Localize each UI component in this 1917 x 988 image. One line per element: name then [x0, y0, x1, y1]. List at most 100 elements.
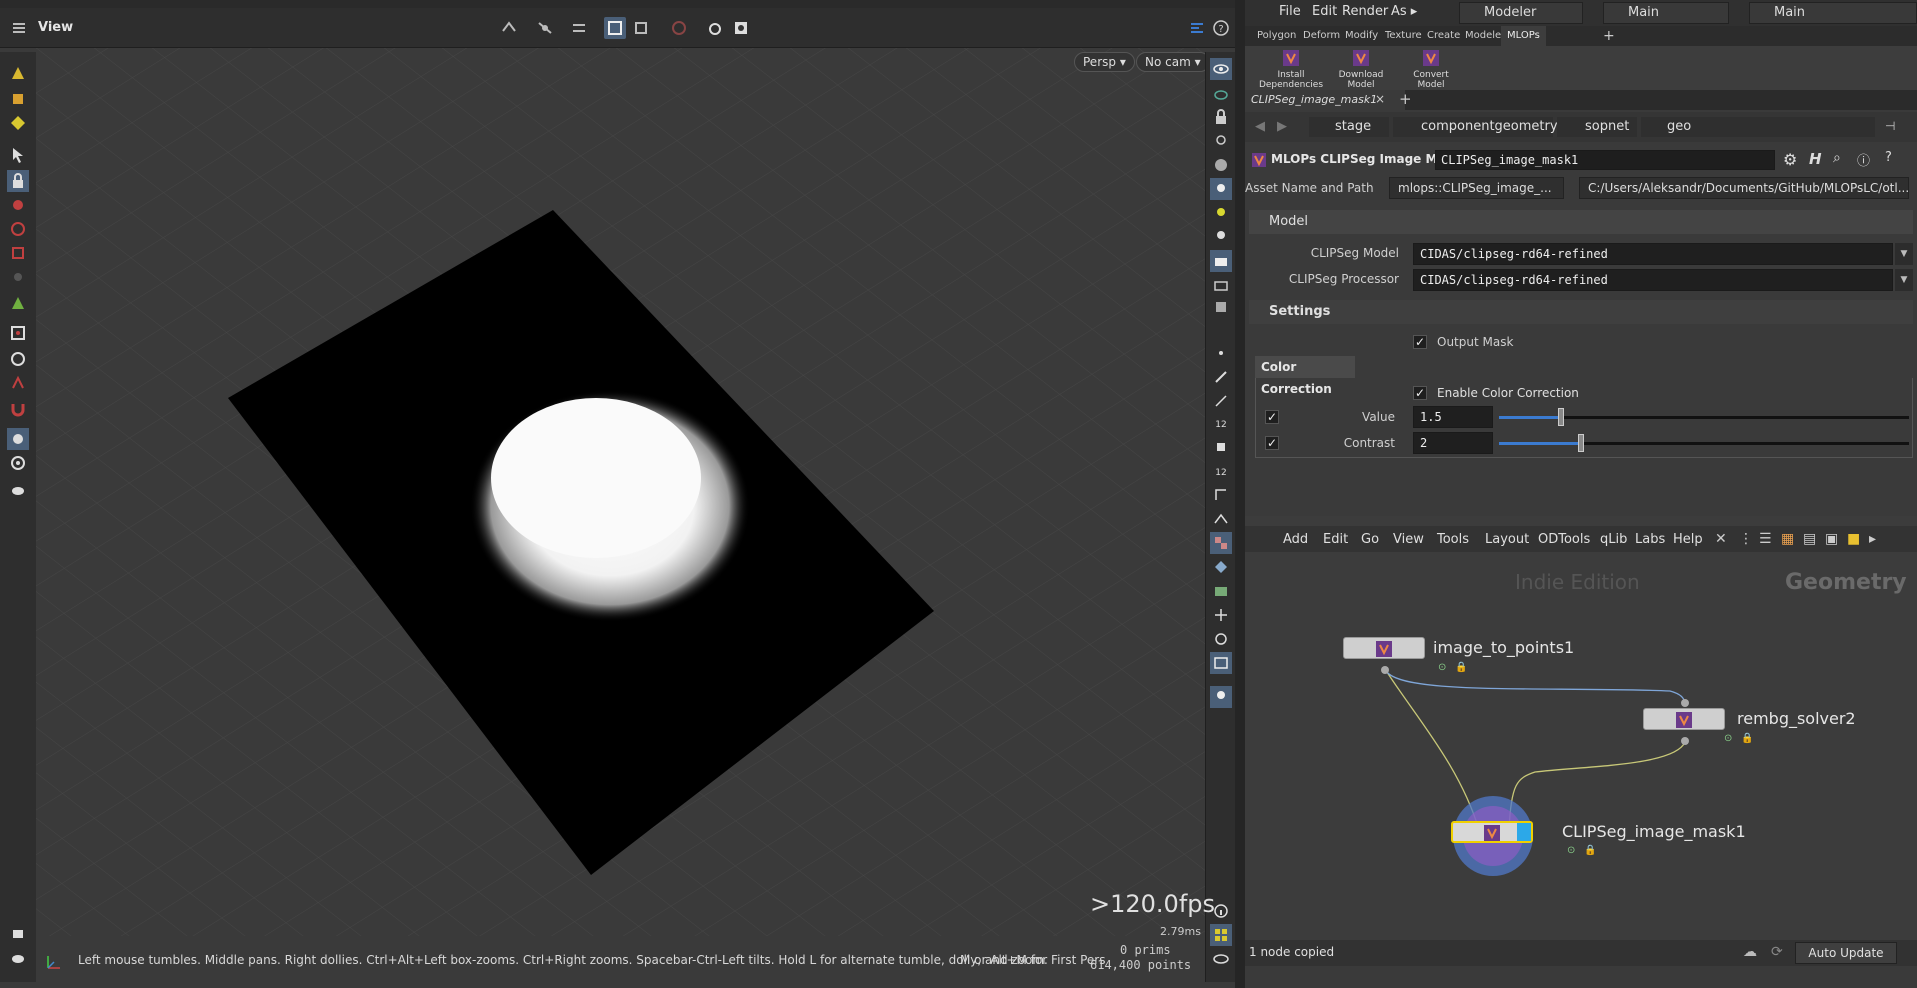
folder-settings[interactable]: Settings	[1249, 300, 1913, 324]
rotate-tool-icon[interactable]	[7, 218, 29, 240]
desktop-select[interactable]: Modeler	[1459, 2, 1583, 24]
shading-icon[interactable]	[1210, 154, 1232, 176]
quad-view-icon[interactable]	[1210, 924, 1232, 946]
headlight-icon[interactable]	[1210, 178, 1232, 200]
node-output-connector[interactable]	[1381, 666, 1389, 674]
search-icon[interactable]: ⌕	[1833, 150, 1841, 166]
output-mask-checkbox[interactable]: ✓	[1413, 335, 1427, 349]
help-h-icon[interactable]: H	[1809, 150, 1822, 168]
lock-camera-icon[interactable]	[1210, 106, 1232, 128]
scene-viewport[interactable]: View ? Persp ▾ No cam ▾ 12 12 >120.0fps …	[0, 0, 1235, 988]
add-tab-icon[interactable]: +	[1399, 90, 1412, 108]
point-icon[interactable]	[1210, 342, 1232, 364]
prim-numbers-icon[interactable]: 12	[1210, 460, 1232, 482]
stage-icon[interactable]	[1210, 628, 1232, 650]
snap-grid-icon[interactable]	[7, 348, 29, 370]
handle-yellow-icon[interactable]	[7, 62, 29, 84]
camera-menu[interactable]: No cam ▾	[1136, 52, 1210, 72]
auto-update-button[interactable]: Auto Update	[1795, 942, 1897, 964]
value-field[interactable]: 1.5	[1413, 406, 1493, 428]
render-region-icon[interactable]	[1210, 296, 1232, 318]
network-editor[interactable]: Add Edit Go View Tools Layout ODTools qL…	[1245, 516, 1917, 966]
workspace-select[interactable]: Main	[1749, 2, 1917, 24]
breadcrumb-sopnet[interactable]: sopnet	[1557, 117, 1637, 137]
install-dependencies-tool[interactable]: Install Dependencies	[1255, 48, 1327, 90]
node-input-connector[interactable]	[1681, 699, 1689, 707]
asset-path-field[interactable]: C:/Users/Aleksandr/Documents/GitHub/MLOP…	[1579, 177, 1909, 199]
persp-menu[interactable]: Persp ▾	[1074, 52, 1135, 72]
teapot-icon[interactable]	[7, 478, 29, 500]
ghost-icon[interactable]	[1210, 84, 1232, 106]
checker-icon[interactable]	[1210, 532, 1232, 554]
clipseg-processor-field[interactable]: CIDAS/clipseg-rd64-refined	[1413, 269, 1893, 291]
image-plane-icon[interactable]	[1210, 580, 1232, 602]
shelf-tab-mlops[interactable]: MLOPs	[1501, 26, 1546, 46]
context-select[interactable]: Main	[1603, 2, 1729, 24]
lock-select-icon[interactable]	[7, 170, 29, 192]
node-output-connector[interactable]	[1681, 737, 1689, 745]
render-view-icon[interactable]	[704, 17, 726, 39]
help-icon[interactable]: ?	[1885, 150, 1892, 165]
notes-icon[interactable]	[7, 948, 29, 970]
boundary-icon[interactable]	[1210, 484, 1232, 506]
tool-settings-icon[interactable]	[7, 452, 29, 474]
shelf-tab-modify[interactable]: Modify	[1339, 26, 1384, 46]
download-model-tool[interactable]: Download Model	[1325, 48, 1397, 90]
pane-divider[interactable]	[1235, 0, 1245, 988]
asset-name-field[interactable]: mlops::CLIPSeg_image_...	[1389, 177, 1564, 199]
pane-menu-icon[interactable]	[8, 17, 30, 39]
select-tool-icon[interactable]	[7, 144, 29, 166]
breadcrumb-geo[interactable]: geo	[1641, 117, 1875, 137]
view-settings-icon[interactable]	[1186, 17, 1208, 39]
swap-views-icon[interactable]	[568, 17, 590, 39]
flipbook-icon[interactable]	[1210, 274, 1232, 296]
background-image-icon[interactable]	[1210, 652, 1232, 674]
help-icon[interactable]: ?	[1210, 17, 1232, 39]
uv-icon[interactable]	[1210, 508, 1232, 530]
viewport-eye-icon[interactable]	[1210, 58, 1232, 80]
node-name-input[interactable]	[1435, 150, 1775, 170]
breadcrumb-stage[interactable]: stage	[1309, 117, 1389, 137]
menu-render[interactable]: Render	[1342, 4, 1388, 19]
magnet-icon[interactable]	[7, 398, 29, 420]
clipseg-model-dropdown[interactable]: ▼	[1895, 243, 1913, 265]
clipseg-model-field[interactable]: CIDAS/clipseg-rd64-refined	[1413, 243, 1893, 265]
snapshot-icon[interactable]	[730, 17, 752, 39]
light-icon[interactable]	[1210, 130, 1232, 152]
gear-icon[interactable]: ⚙	[1783, 150, 1797, 169]
menu-file[interactable]: File	[1279, 4, 1301, 19]
point-numbers-icon[interactable]: 12	[1210, 412, 1232, 434]
add-shelf-icon[interactable]: +	[1603, 28, 1615, 44]
clipseg-processor-dropdown[interactable]: ▼	[1895, 269, 1913, 291]
camera-icon[interactable]	[1210, 250, 1232, 272]
single-view-icon[interactable]	[630, 17, 652, 39]
brush-icon[interactable]	[7, 922, 29, 944]
folder-model[interactable]: Model	[1249, 210, 1913, 234]
forward-icon[interactable]: ▶	[1277, 119, 1287, 134]
display-options-icon[interactable]	[604, 17, 626, 39]
scale-tool-icon[interactable]	[7, 242, 29, 264]
move-tool-icon[interactable]	[7, 194, 29, 216]
eye-icon[interactable]	[1210, 948, 1232, 970]
node-image-to-points[interactable]	[1343, 637, 1425, 659]
menu-assets[interactable]: As ▸	[1391, 4, 1417, 19]
handle-green-icon[interactable]	[7, 112, 29, 134]
viewport-canvas[interactable]	[36, 48, 1205, 936]
breadcrumb-componentgeometry[interactable]: componentgeometry1	[1393, 117, 1566, 137]
snap-pan-icon[interactable]	[534, 17, 556, 39]
transform-icon[interactable]	[1210, 604, 1232, 626]
node-rembg-solver[interactable]	[1643, 708, 1725, 730]
menu-edit[interactable]: Edit	[1312, 4, 1337, 19]
contrast-slider-handle[interactable]	[1578, 434, 1584, 452]
diamond-icon[interactable]	[1210, 556, 1232, 578]
vertex-icon[interactable]	[1210, 436, 1232, 458]
normal-icon[interactable]	[1210, 390, 1232, 412]
show-handles-icon[interactable]	[7, 428, 29, 450]
pin-icon[interactable]	[1210, 226, 1232, 248]
disabled-render-icon[interactable]	[668, 17, 690, 39]
edge-icon[interactable]	[1210, 366, 1232, 388]
close-tab-icon[interactable]: ×	[1375, 92, 1385, 106]
value-slider-handle[interactable]	[1558, 408, 1564, 426]
cook-icon[interactable]: ☁	[1743, 944, 1757, 960]
convert-model-tool[interactable]: Convert Model	[1395, 48, 1467, 90]
